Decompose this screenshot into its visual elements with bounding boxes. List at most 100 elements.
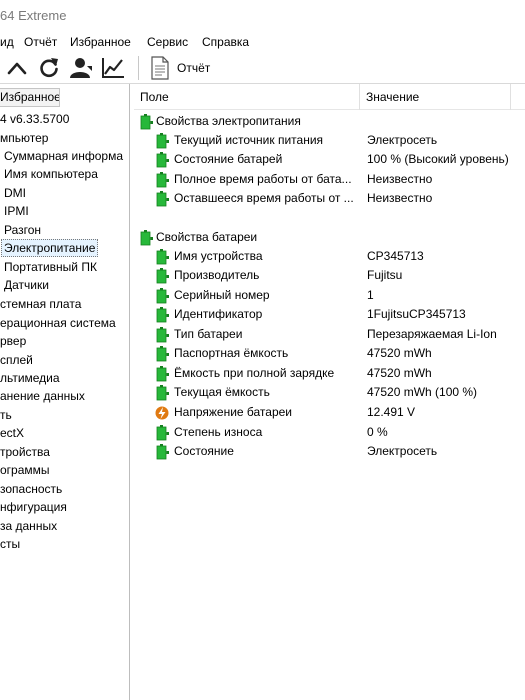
details-panel: Поле Значение Свойства электропитания Тек… [134,84,525,700]
toolbar: Отчёт [0,52,525,84]
report-button[interactable]: Отчёт [150,55,210,81]
property-field: Ёмкость при полной зарядке [174,366,335,380]
tree-item-display[interactable]: сплей [0,351,33,369]
tree-item-database[interactable]: за данных [0,517,57,535]
tree-item-server[interactable]: рвер [0,332,26,350]
tree-panel: Избранное 4 v6.33.5700 мпьютер Суммарная… [0,84,130,700]
tree-item-version[interactable]: 4 v6.33.5700 [0,110,69,128]
battery-icon [156,133,169,149]
tree-item-summary[interactable]: Суммарная информа [4,147,123,165]
voltage-icon [155,406,169,420]
property-row[interactable]: Тип батареи Перезаряжаемая Li-Ion [134,325,519,344]
tree-item-motherboard[interactable]: стемная плата [0,295,81,313]
battery-icon [156,191,169,207]
property-value: Неизвестно [367,191,433,205]
property-value: 1FujitsuCP345713 [367,307,466,321]
battery-icon [156,425,169,441]
column-header: Поле Значение [134,84,525,110]
tree-item-ipmi[interactable]: IPMI [4,202,29,220]
property-value: 1 [367,288,374,302]
favorites-tab[interactable]: Избранное [0,88,60,107]
tree-item-os[interactable]: ерационная система [0,314,116,332]
battery-icon [156,385,169,401]
property-row[interactable]: Идентификатор 1FujitsuCP345713 [134,305,519,324]
battery-icon [156,307,169,323]
group-title: Свойства батареи [156,230,258,244]
tree-item-dmi[interactable]: DMI [4,184,26,202]
property-field: Состояние [174,444,234,458]
tree-item-security[interactable]: зопасность [0,480,62,498]
title-bar: 64 Extreme [0,0,525,32]
tree-item-multimedia[interactable]: льтимедиа [0,369,60,387]
tree-item-storage[interactable]: анение данных [0,387,85,405]
property-row[interactable]: Состояние батарей 100 % (Высокий уровень) [134,150,519,169]
property-row[interactable]: Полное время работы от бата... Неизвестно [134,170,519,189]
user-icon[interactable] [68,55,94,81]
battery-icon [156,172,169,188]
report-label: Отчёт [177,61,211,75]
menu-favorites[interactable]: Избранное [70,35,131,49]
property-value: Fujitsu [367,268,403,282]
menu-view[interactable]: ид [0,35,14,49]
battery-icon [156,327,169,343]
property-row[interactable]: Производитель Fujitsu [134,266,519,285]
property-row[interactable]: Напряжение батареи 12.491 V [134,403,519,422]
property-field: Состояние батарей [174,152,283,166]
tree-item-network[interactable]: ть [0,406,12,424]
battery-icon [156,288,169,304]
column-field[interactable]: Поле [134,84,360,110]
battery-icon [156,366,169,382]
tree-item-computer-name[interactable]: Имя компьютера [4,165,98,183]
chart-icon[interactable] [100,55,126,81]
tree-item-power[interactable]: Электропитание [1,239,99,257]
refresh-icon[interactable] [36,55,62,81]
property-row[interactable]: Паспортная ёмкость 47520 mWh [134,344,519,363]
property-row[interactable]: Степень износа 0 % [134,423,519,442]
battery-icon [156,346,169,362]
property-value: CP345713 [367,249,424,263]
menu-report[interactable]: Отчёт [24,35,57,49]
menu-service[interactable]: Сервис [147,35,188,49]
property-row[interactable]: Серийный номер 1 [134,286,519,305]
tree-item-devices[interactable]: тройства [0,443,50,461]
window-title: 64 Extreme [0,8,67,23]
battery-icon [140,114,153,130]
battery-icon [156,268,169,284]
toolbar-separator [138,56,139,80]
up-icon[interactable] [4,55,30,81]
group-title: Свойства электропитания [156,114,301,128]
tree-item-config[interactable]: нфигурация [0,498,67,516]
tree-item-software[interactable]: ограммы [0,461,50,479]
property-row[interactable]: Имя устройства CP345713 [134,247,519,266]
property-row[interactable]: Текущий источник питания Электросеть [134,131,519,150]
tree-item-overclock[interactable]: Разгон [4,221,41,239]
property-field: Имя устройства [174,249,263,263]
tree-item-tests[interactable]: сты [0,535,20,553]
property-row[interactable]: Оставшееся время работы от ... Неизвестно [134,189,519,208]
property-row[interactable]: Состояние Электросеть [134,442,519,461]
property-value: Перезаряжаемая Li-Ion [367,327,497,341]
battery-icon [140,230,153,246]
property-row[interactable]: Ёмкость при полной зарядке 47520 mWh [134,364,519,383]
property-field: Серийный номер [174,288,270,302]
tree-item-sensors[interactable]: Датчики [4,276,49,294]
property-field: Напряжение батареи [174,405,293,419]
menu-bar: ид Отчёт Избранное Сервис Справка [0,32,525,52]
property-value: Электросеть [367,444,438,458]
property-value: 12.491 V [367,405,416,419]
tree-item-portable-pc[interactable]: Портативный ПК [4,258,97,276]
tree-item-computer[interactable]: мпьютер [0,129,48,147]
group-header[interactable]: Свойства батареи [136,228,516,247]
group-header[interactable]: Свойства электропитания [136,112,516,131]
property-field: Степень износа [174,425,263,439]
property-row[interactable]: Текущая ёмкость 47520 mWh (100 %) [134,383,519,402]
property-field: Оставшееся время работы от ... [174,191,354,205]
tree-item-directx[interactable]: ectX [0,424,24,442]
property-value: 47520 mWh [367,366,432,380]
battery-icon [156,444,169,460]
battery-icon [156,249,169,265]
property-field: Полное время работы от бата... [174,172,352,186]
menu-help[interactable]: Справка [202,35,249,49]
property-value: 47520 mWh [367,346,432,360]
column-value[interactable]: Значение [366,84,419,110]
